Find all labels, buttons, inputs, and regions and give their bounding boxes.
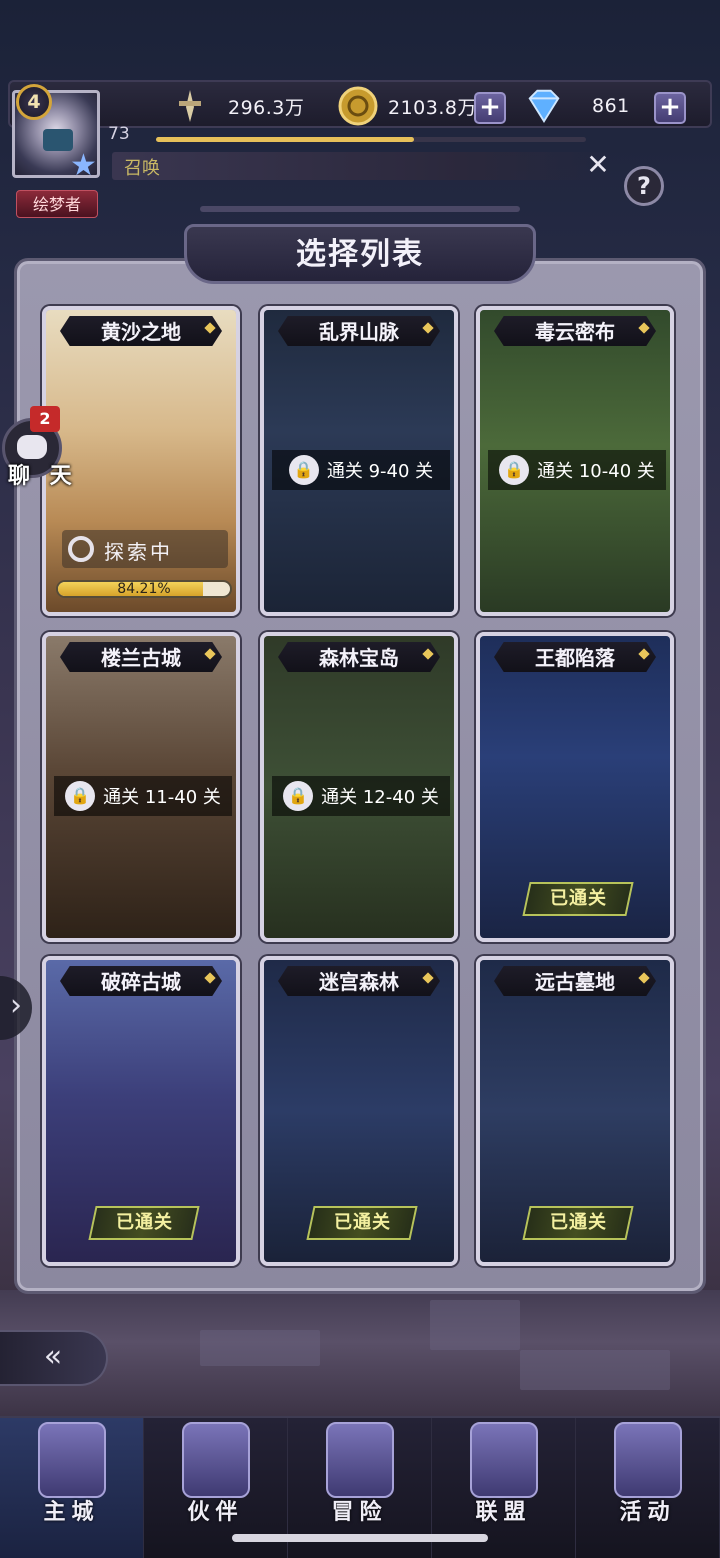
diamond-icon [524, 86, 564, 126]
map-card[interactable]: 乱界山脉 🔒 通关 9-40 关 [260, 306, 458, 616]
map-card[interactable]: 毒云密布 🔒 通关 10-40 关 [476, 306, 674, 616]
lock-requirement: 🔒 通关 11-40 关 [54, 776, 232, 816]
panel-header: 选择列表 [184, 224, 536, 284]
explore-progress-bar: 84.21% [56, 580, 232, 598]
magnifier-icon [68, 536, 94, 562]
cleared-badge: 已通关 [88, 1206, 200, 1240]
close-icon[interactable]: ✕ [584, 151, 612, 180]
map-card[interactable]: 破碎古城 已通关 [42, 956, 240, 1266]
alliance-shield-icon [470, 1422, 538, 1498]
diamond-value: 861 [592, 95, 630, 117]
sword-icon [170, 86, 210, 126]
lock-requirement: 🔒 通关 12-40 关 [272, 776, 450, 816]
background-floor [0, 1290, 720, 1420]
nav-item[interactable]: 活动 [576, 1418, 720, 1558]
cleared-text: 已通关 [549, 888, 607, 909]
nav-label: 伙伴 [187, 1500, 244, 1525]
nav-label: 活动 [619, 1500, 676, 1525]
lock-requirement-text: 通关 12-40 关 [321, 787, 439, 808]
exp-bar-fill [156, 137, 414, 142]
lock-icon: 🔒 [288, 455, 319, 485]
gold-value: 2103.8万 [388, 96, 477, 119]
cleared-text: 已通关 [549, 1212, 607, 1233]
map-card[interactable]: 楼兰古城 🔒 通关 11-40 关 [42, 632, 240, 942]
map-card[interactable]: 远古墓地 已通关 [476, 956, 674, 1266]
cleared-badge: 已通关 [522, 882, 634, 916]
nav-label: 联盟 [475, 1500, 532, 1525]
gold-resource: 2103.8万 [338, 86, 477, 126]
add-diamond-button[interactable]: + [654, 92, 686, 124]
lock-requirement-text: 通关 11-40 关 [103, 787, 221, 808]
star-icon: ★ [70, 148, 97, 183]
lock-requirement-text: 通关 9-40 关 [326, 461, 434, 482]
back-button[interactable]: « [0, 1330, 108, 1386]
exp-bar [156, 137, 586, 142]
cleared-text: 已通关 [333, 1212, 391, 1233]
panel-ornament [200, 206, 520, 212]
lock-icon: 🔒 [65, 781, 96, 811]
map-card[interactable]: 森林宝岛 🔒 通关 12-40 关 [260, 632, 458, 942]
add-gold-button[interactable]: + [474, 92, 506, 124]
map-card[interactable]: 王都陷落 已通关 [476, 632, 674, 942]
companion-icon [182, 1422, 250, 1498]
title-badge[interactable]: 绘梦者 [16, 190, 98, 218]
avatar-face [43, 129, 73, 151]
player-level-badge: 4 [16, 84, 52, 120]
chat-label: 聊 天 [8, 464, 78, 489]
lock-icon: 🔒 [499, 455, 530, 485]
cleared-badge: 已通关 [522, 1206, 634, 1240]
lock-icon: 🔒 [283, 781, 314, 811]
home-indicator [232, 1534, 488, 1542]
summon-bar[interactable] [112, 152, 612, 180]
summon-text: 召唤 [124, 158, 160, 179]
chat-bubble-icon [17, 435, 47, 459]
cleared-text: 已通关 [115, 1212, 173, 1233]
castle-icon [38, 1422, 106, 1498]
adventure-icon [326, 1422, 394, 1498]
power-resource: 296.3万 [170, 88, 304, 124]
panel-title: 选择列表 [296, 237, 424, 272]
exp-level-text: 73 [108, 124, 130, 144]
explore-progress-text: 84.21% [117, 581, 171, 597]
map-card[interactable]: 迷宫森林 已通关 [260, 956, 458, 1266]
cleared-badge: 已通关 [306, 1206, 418, 1240]
cards-icon [614, 1422, 682, 1498]
gold-coin-icon [338, 86, 378, 126]
nav-item[interactable]: 主城 [0, 1418, 144, 1558]
diamond-resource: 861 [524, 88, 630, 124]
lock-requirement: 🔒 通关 9-40 关 [272, 450, 450, 490]
power-value: 296.3万 [228, 96, 305, 119]
exploring-text: 探索中 [104, 540, 173, 564]
lock-requirement: 🔒 通关 10-40 关 [488, 450, 666, 490]
lock-requirement-text: 通关 10-40 关 [537, 461, 655, 482]
map-grid: 黄沙之地 探索中 84.21% 乱界山脉 🔒 通关 9-40 关毒云密布 🔒 通关 10-40… [42, 306, 678, 1266]
exploring-status: 探索中 [62, 530, 228, 568]
nav-label: 冒险 [331, 1500, 388, 1525]
chat-count-badge: 2 [30, 406, 60, 432]
nav-label: 主城 [43, 1500, 100, 1525]
help-button[interactable]: ? [624, 166, 664, 206]
